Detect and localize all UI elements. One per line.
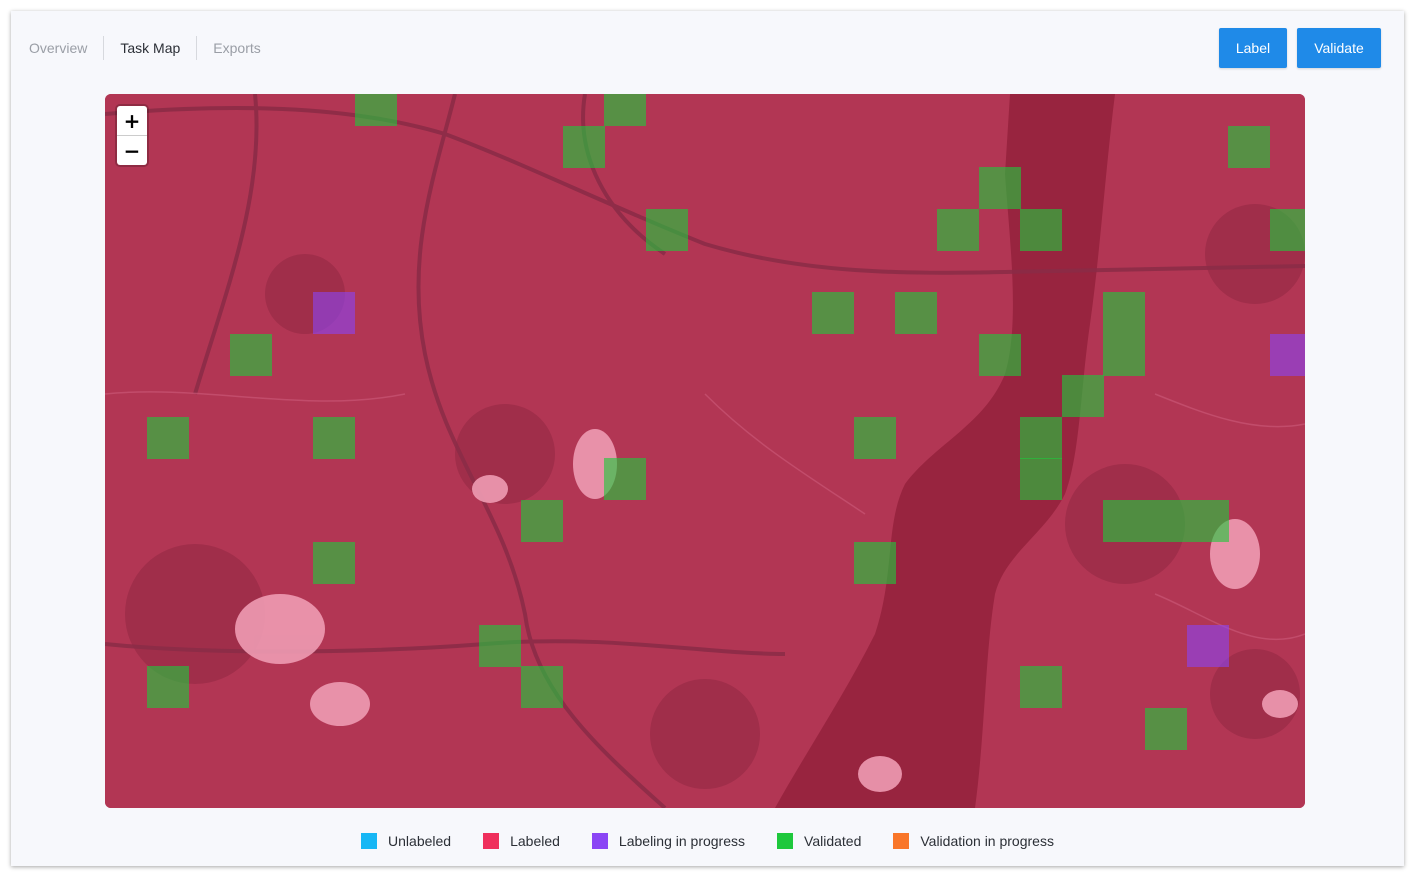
legend-item-unlabeled: Unlabeled: [361, 833, 451, 849]
task-tile-validated[interactable]: [853, 416, 896, 459]
task-tile-validated[interactable]: [1103, 333, 1146, 376]
task-tile-validated[interactable]: [562, 125, 605, 168]
task-map[interactable]: + −: [105, 94, 1305, 808]
task-tile-validated[interactable]: [978, 167, 1021, 210]
task-tile-validated[interactable]: [521, 666, 563, 709]
task-tile-validated[interactable]: [146, 416, 189, 459]
task-tile-validated[interactable]: [1103, 500, 1146, 542]
task-tile-validated[interactable]: [604, 458, 647, 501]
label-button[interactable]: Label: [1219, 28, 1287, 68]
task-tile-validated[interactable]: [1145, 708, 1187, 750]
task-tile-validated[interactable]: [1020, 208, 1063, 251]
swatch-unlabeled: [361, 833, 378, 849]
swatch-labeled: [483, 833, 500, 849]
task-tile-validated[interactable]: [604, 94, 647, 126]
task-tile-validated[interactable]: [853, 541, 896, 584]
task-tile-validated[interactable]: [354, 94, 397, 126]
task-map-panel: Overview Task Map Exports Label Validate: [11, 11, 1404, 866]
legend-label: Labeling in progress: [618, 833, 746, 849]
swatch-validated: [777, 833, 794, 849]
task-tile-validated[interactable]: [1103, 292, 1146, 334]
task-tile-validated[interactable]: [1020, 666, 1063, 709]
task-tile-validated[interactable]: [978, 333, 1021, 376]
zoom-in-button[interactable]: +: [117, 106, 147, 135]
task-tile-validated[interactable]: [1020, 458, 1063, 501]
zoom-out-button[interactable]: −: [117, 135, 147, 165]
zoom-control: + −: [117, 106, 147, 165]
status-legend: Unlabeled Labeled Labeling in progress V…: [11, 833, 1404, 849]
task-tile-validated[interactable]: [146, 666, 189, 709]
legend-label: Labeled: [510, 833, 560, 849]
legend-label: Validated: [804, 833, 862, 849]
legend-label: Validation in progress: [920, 833, 1054, 849]
validate-button[interactable]: Validate: [1297, 28, 1381, 68]
task-tile-validated[interactable]: [1061, 375, 1104, 418]
tab-task-map[interactable]: Task Map: [120, 36, 198, 60]
legend-item-validation-in-progress: Validation in progress: [893, 833, 1054, 849]
legend-item-validated: Validated: [777, 833, 861, 849]
legend-item-labeled: Labeled: [483, 833, 560, 849]
task-tile-labeling-in-progress[interactable]: [1269, 333, 1305, 376]
legend-item-labeling-in-progress: Labeling in progress: [591, 833, 746, 849]
task-tile-validated[interactable]: [479, 624, 522, 667]
task-tile-validated[interactable]: [1269, 208, 1305, 251]
task-tile-validated[interactable]: [313, 541, 355, 584]
task-tile-validated[interactable]: [521, 500, 563, 542]
task-tile-labeling-in-progress[interactable]: [313, 292, 355, 334]
task-tile-labeling-in-progress[interactable]: [1186, 624, 1229, 667]
task-tile-validated[interactable]: [313, 416, 355, 459]
legend-label: Unlabeled: [388, 833, 452, 849]
satellite-imagery: [105, 94, 1305, 808]
task-tile-validated[interactable]: [937, 208, 979, 251]
swatch-validation-in-progress: [893, 833, 910, 849]
task-tile-validated[interactable]: [1020, 416, 1063, 459]
task-tile-validated[interactable]: [645, 208, 688, 251]
tab-exports[interactable]: Exports: [213, 36, 276, 60]
task-tile-validated[interactable]: [229, 333, 272, 376]
swatch-labeling-in-progress: [591, 833, 608, 849]
task-tile-validated[interactable]: [1186, 500, 1229, 542]
task-tile-validated[interactable]: [1228, 125, 1271, 168]
tab-overview[interactable]: Overview: [29, 36, 105, 60]
task-tile-validated[interactable]: [1145, 500, 1187, 542]
tab-bar: Overview Task Map Exports: [29, 35, 293, 61]
task-tile-validated[interactable]: [895, 292, 938, 334]
task-tile-validated[interactable]: [812, 292, 855, 334]
